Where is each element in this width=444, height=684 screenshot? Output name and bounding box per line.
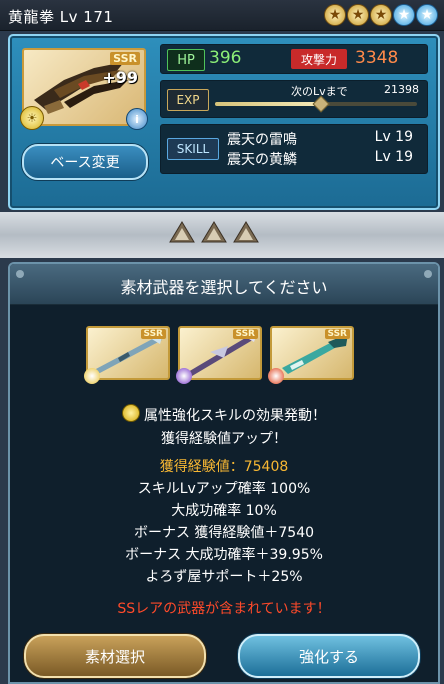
up-arrow-icon	[233, 221, 259, 243]
light-element-icon: ☀	[20, 106, 44, 130]
stat-line: ボーナス 獲得経験値＋7540	[133, 525, 315, 541]
skill-notice: 属性強化スキルの効果発動！	[10, 404, 438, 425]
gold-star-icon: ★	[347, 4, 369, 26]
weapon-info-panel: SSR +99 ☀ i ベース変更 HP 396 攻撃力 3348 EXP 次の…	[8, 34, 440, 210]
stat-line: 大成功確率 10%	[171, 503, 277, 519]
gold-star-icon: ★	[370, 4, 392, 26]
arrow-band	[0, 212, 444, 258]
gained-exp: 獲得経験値：75408	[159, 459, 289, 475]
info-icon[interactable]: i	[126, 108, 148, 130]
material-select-button[interactable]: 素材選択	[24, 634, 206, 678]
exp-bar	[215, 95, 417, 113]
light-element-icon	[84, 368, 100, 384]
exp-bar-fill	[215, 102, 321, 106]
base-change-button[interactable]: ベース変更	[22, 144, 148, 180]
material-list: SSR SSR SSR	[84, 326, 354, 384]
skill-box: SKILL 震天の雷鳴 Lv 19 震天の黄鱗 Lv 19	[160, 124, 428, 174]
upgrade-arrows	[168, 220, 260, 246]
exp-label: EXP	[167, 89, 209, 111]
blue-star-icon: ★	[416, 4, 438, 26]
upgrade-button[interactable]: 強化する	[238, 634, 420, 678]
panel-title-bar: 素材武器を選択してください	[10, 264, 438, 305]
next-level-value: 21398	[384, 83, 419, 96]
fire-element-icon	[268, 368, 284, 384]
material-panel: 素材武器を選択してください SSR SSR SSR 属性強化スキルの効果発動！ …	[8, 262, 440, 684]
skill-level: Lv 19	[374, 149, 413, 165]
panel-title: 素材武器を選択してください	[120, 278, 328, 297]
skill-level: Lv 19	[374, 129, 413, 145]
gold-star-icon: ★	[324, 4, 346, 26]
hp-label: HP	[167, 49, 205, 71]
skill-row: 震天の雷鳴 Lv 19	[227, 129, 417, 149]
exp-up-notice: 獲得経験値アップ！	[161, 431, 287, 447]
stat-line: ボーナス 大成功確率＋39.95%	[125, 547, 323, 563]
material-slot[interactable]: SSR	[268, 326, 354, 384]
ssr-badge: SSR	[232, 329, 258, 339]
atk-label: 攻撃力	[291, 49, 347, 69]
skill-row: 震天の黄鱗 Lv 19	[227, 149, 417, 169]
material-slot[interactable]: SSR	[84, 326, 170, 384]
blue-star-icon: ★	[393, 4, 415, 26]
warning-text: SSレアの武器が含まれています！	[117, 601, 331, 617]
stat-line: よろず屋サポート＋25%	[145, 569, 303, 585]
skill-label: SKILL	[167, 138, 219, 160]
exp-box: EXP 次のLvまで 21398	[160, 80, 428, 118]
ssr-badge: SSR	[324, 329, 350, 339]
atk-value: 3348	[355, 48, 399, 68]
stat-line: スキルLvアップ確率 100%	[137, 481, 311, 497]
plus-value: +99	[102, 68, 138, 87]
ssr-badge: SSR	[140, 329, 166, 339]
dark-element-icon	[176, 368, 192, 384]
up-arrow-icon	[201, 221, 227, 243]
skill-name: 震天の黄鱗	[227, 152, 297, 168]
material-slot[interactable]: SSR	[176, 326, 262, 384]
skill-name: 震天の雷鳴	[227, 132, 297, 148]
rarity-stars: ★ ★ ★ ★ ★	[324, 4, 438, 26]
hp-value: 396	[209, 48, 242, 68]
header-bar: 黄龍拳 Lv 171 ★ ★ ★ ★ ★	[0, 0, 444, 31]
notice-text: 属性強化スキルの効果発動！	[144, 408, 326, 424]
ssr-badge: SSR	[110, 52, 140, 65]
skill-effect-icon	[122, 404, 140, 422]
hp-atk-box: HP 396 攻撃力 3348	[160, 44, 428, 74]
weapon-title: 黄龍拳 Lv 171	[8, 8, 114, 26]
up-arrow-icon	[169, 221, 195, 243]
weapon-thumbnail[interactable]: SSR +99 ☀ i	[20, 48, 148, 130]
